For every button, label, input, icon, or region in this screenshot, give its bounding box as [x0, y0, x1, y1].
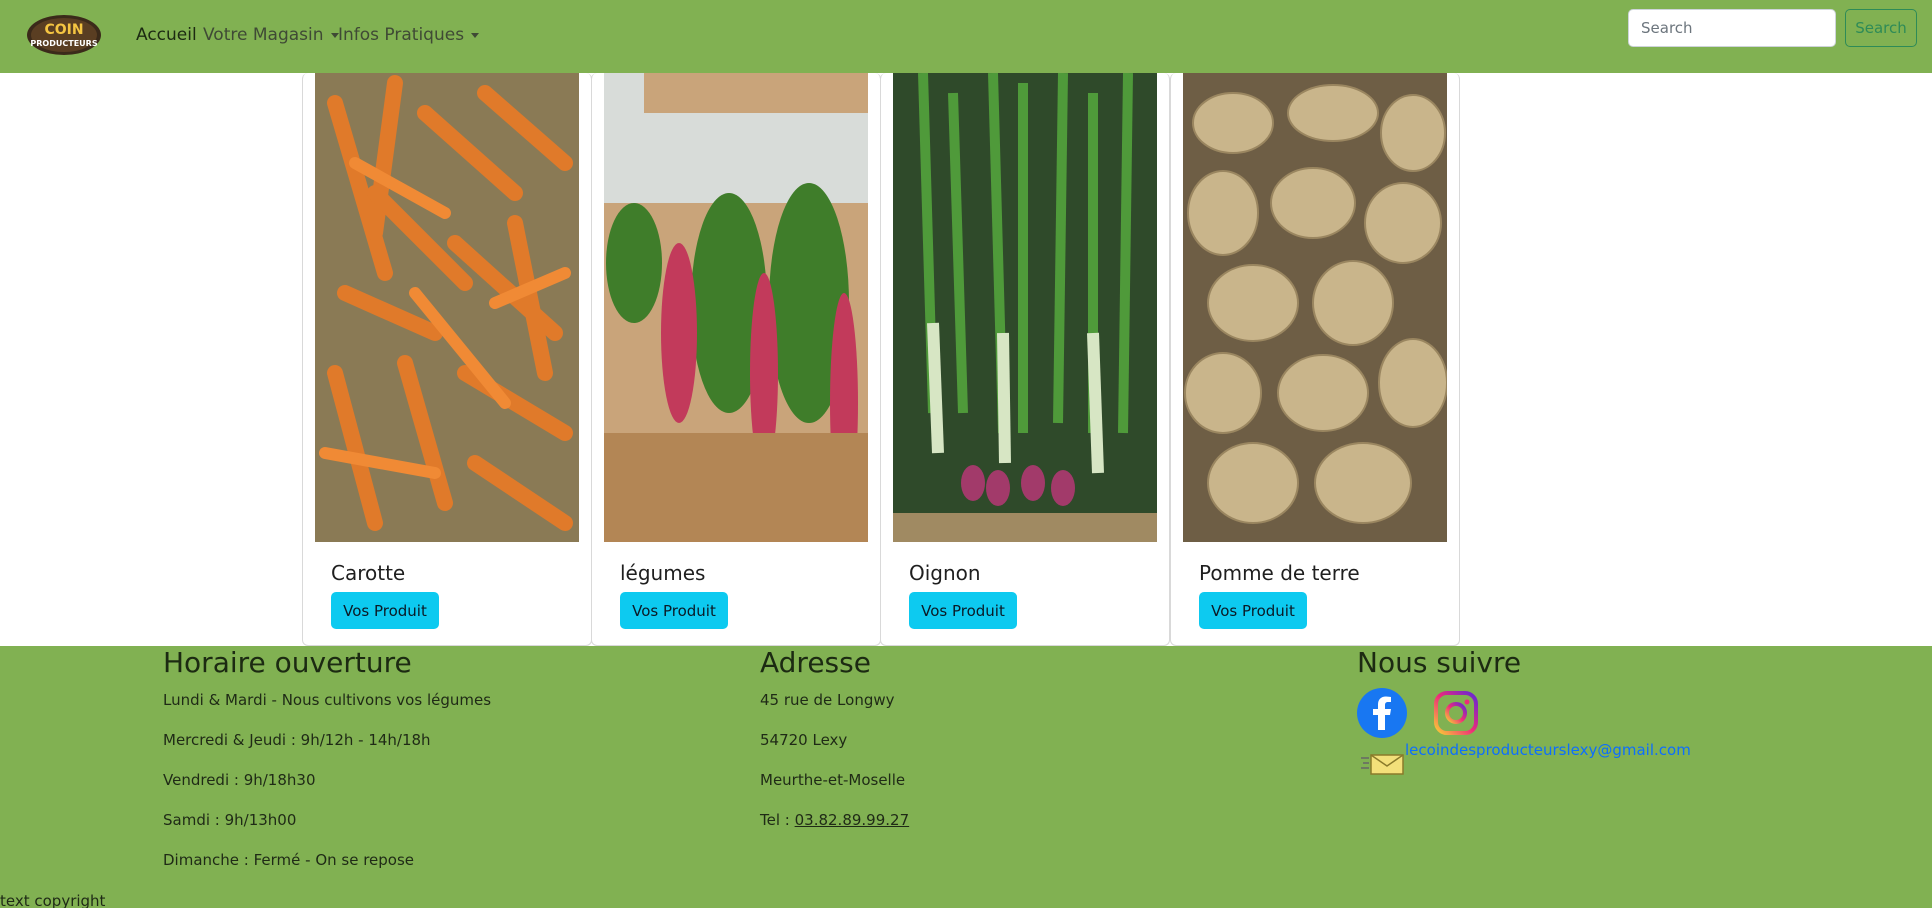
hours-line: Samdi : 9h/13h00	[163, 811, 297, 829]
vos-produit-button[interactable]: Vos Produit	[331, 592, 439, 629]
product-image-potatoes	[1183, 73, 1447, 542]
facebook-icon[interactable]	[1357, 688, 1407, 742]
instagram-icon[interactable]	[1434, 691, 1478, 739]
vos-produit-button[interactable]: Vos Produit	[620, 592, 728, 629]
mail-icon	[1361, 752, 1405, 780]
address-region: Meurthe-et-Moselle	[760, 771, 906, 789]
address-title: Adresse	[760, 646, 871, 679]
vos-produit-button[interactable]: Vos Produit	[909, 592, 1017, 629]
product-card: légumes Vos Produit	[591, 73, 881, 646]
product-title: Oignon	[909, 561, 981, 585]
nav-dropdown-votre-magasin[interactable]: Votre Magasin	[203, 25, 339, 45]
product-image-vegetables	[604, 73, 868, 542]
nav-dropdown-label: Infos Pratiques	[338, 25, 465, 45]
product-image-carrots	[315, 73, 579, 542]
product-image-onions	[893, 73, 1157, 542]
hours-title: Horaire ouverture	[163, 646, 412, 679]
brand-logo[interactable]: COIN PRODUCTEURS	[26, 14, 102, 56]
nav-dropdown-infos-pratiques[interactable]: Infos Pratiques	[338, 25, 480, 45]
address-phone: Tel : 03.82.89.99.27	[760, 811, 909, 829]
phone-link[interactable]: 03.82.89.99.27	[795, 811, 910, 829]
product-card: Oignon Vos Produit	[880, 73, 1170, 646]
caret-down-icon	[471, 32, 480, 38]
navbar: COIN PRODUCTEURS Accueil Votre Magasin I…	[0, 0, 1932, 73]
product-card: Carotte Vos Produit	[302, 73, 592, 646]
product-card: Pomme de terre Vos Produit	[1170, 73, 1460, 646]
svg-text:PRODUCTEURS: PRODUCTEURS	[30, 39, 97, 48]
product-title: Pomme de terre	[1199, 561, 1360, 585]
product-title: Carotte	[331, 561, 406, 585]
svg-text:COIN: COIN	[44, 22, 83, 38]
phone-prefix: Tel :	[760, 811, 795, 829]
hours-line: Lundi & Mardi - Nous cultivons vos légum…	[163, 691, 492, 709]
footer: Horaire ouverture Lundi & Mardi - Nous c…	[0, 646, 1932, 908]
hours-line: Vendredi : 9h/18h30	[163, 771, 316, 789]
vos-produit-button[interactable]: Vos Produit	[1199, 592, 1307, 629]
hours-line: Dimanche : Fermé - On se repose	[163, 851, 415, 869]
copyright-text: text copyright	[0, 892, 106, 908]
social-title: Nous suivre	[1357, 646, 1522, 679]
address-city: 54720 Lexy	[760, 731, 848, 749]
search-input[interactable]	[1628, 9, 1836, 47]
hours-line: Mercredi & Jeudi : 9h/12h - 14h/18h	[163, 731, 431, 749]
search-button[interactable]: Search	[1845, 9, 1917, 47]
nav-link-accueil[interactable]: Accueil	[136, 25, 197, 45]
product-title: légumes	[620, 561, 706, 585]
address-street: 45 rue de Longwy	[760, 691, 895, 709]
nav-dropdown-label: Votre Magasin	[203, 25, 324, 45]
email-link[interactable]: lecoindesproducteurslexy@gmail.com	[1405, 741, 1691, 759]
